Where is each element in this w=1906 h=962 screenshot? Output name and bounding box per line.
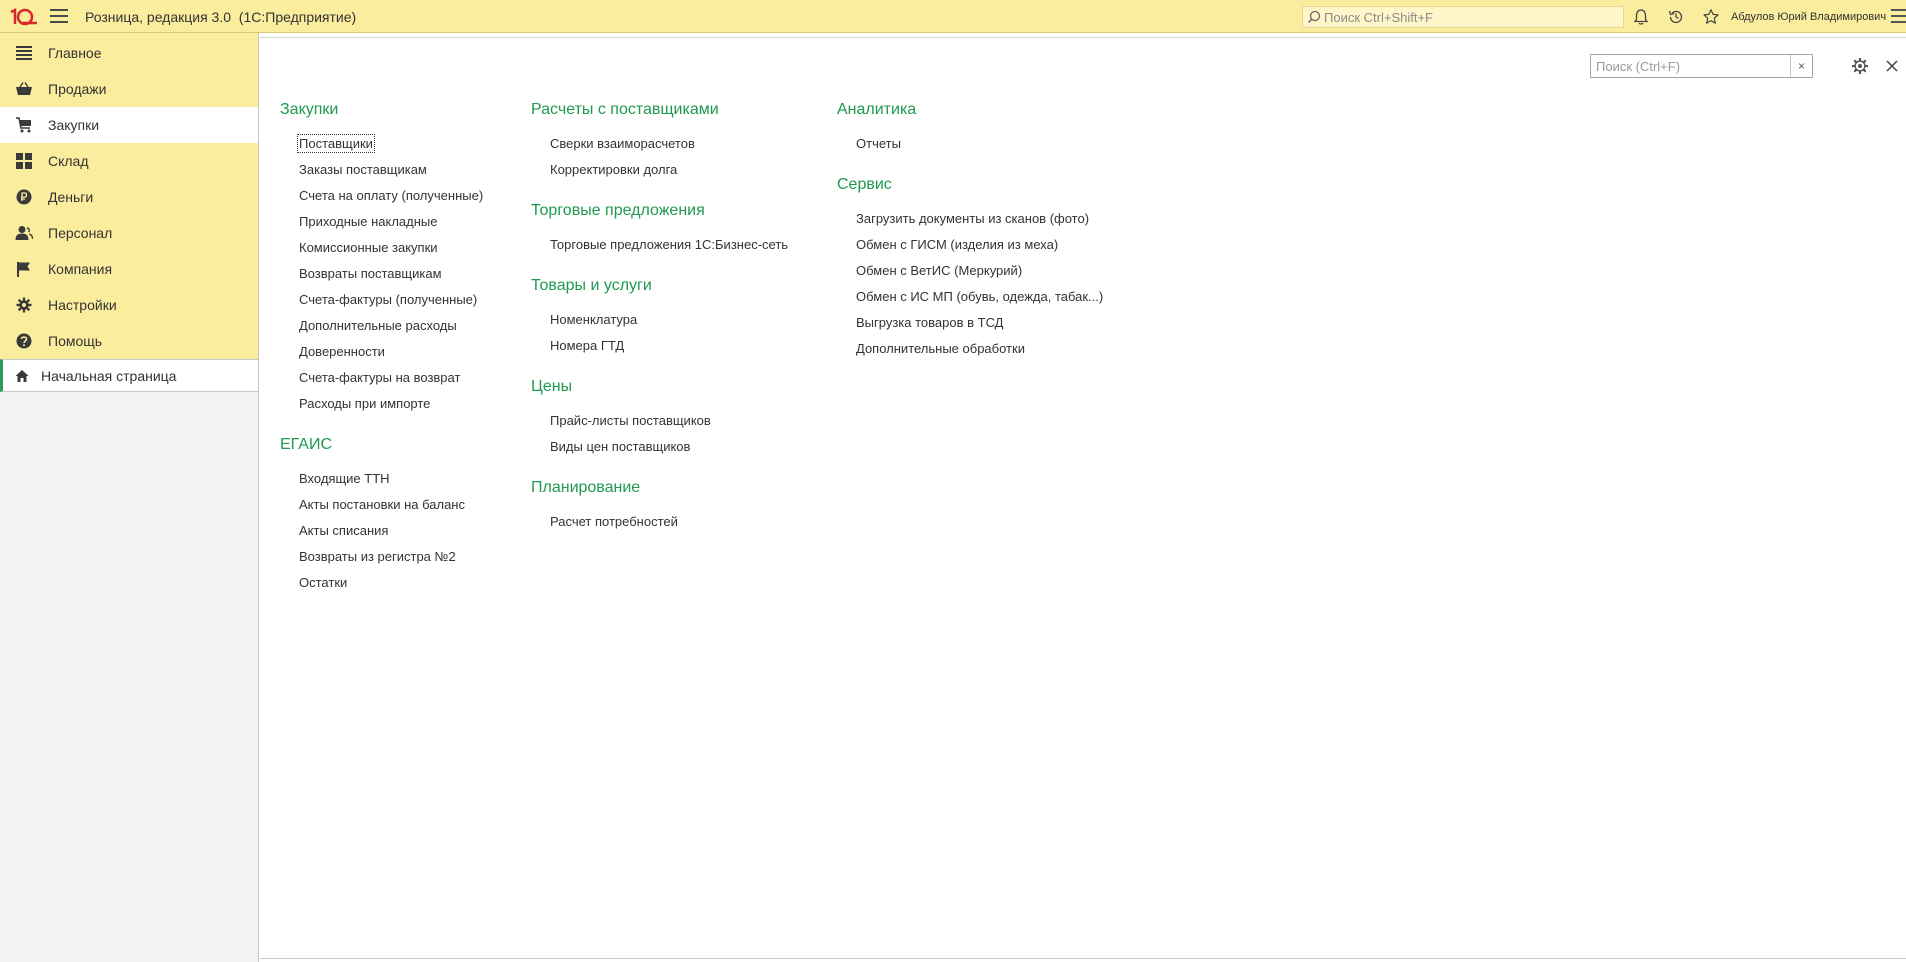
link-import-expenses[interactable]: Расходы при импорте bbox=[299, 396, 430, 411]
link-debt-adjustments[interactable]: Корректировки долга bbox=[550, 162, 677, 177]
global-search-input[interactable] bbox=[1324, 9, 1614, 25]
link-reports[interactable]: Отчеты bbox=[856, 136, 901, 151]
star-icon[interactable] bbox=[1702, 8, 1720, 26]
link-stock-balances[interactable]: Остатки bbox=[299, 575, 347, 590]
section-title-service: Сервис bbox=[837, 176, 892, 193]
bell-icon[interactable] bbox=[1632, 8, 1650, 26]
sidebar-item-main[interactable]: Главное bbox=[0, 35, 258, 71]
link-powers-of-attorney[interactable]: Доверенности bbox=[299, 344, 385, 359]
link-vetis-exchange[interactable]: Обмен с ВетИС (Меркурий) bbox=[856, 263, 1022, 278]
link-load-scans[interactable]: Загрузить документы из сканов (фото) bbox=[856, 211, 1089, 226]
flag-icon bbox=[15, 260, 33, 278]
link-nomenclature[interactable]: Номенклатура bbox=[550, 312, 637, 327]
sidebar-item-warehouse[interactable]: Склад bbox=[0, 143, 258, 179]
main-menu-icon[interactable] bbox=[50, 9, 68, 25]
user-name[interactable]: Абдулов Юрий Владимирович bbox=[1731, 11, 1886, 23]
top-bar: Розница, редакция 3.0 (1С:Предприятие) А… bbox=[0, 0, 1906, 33]
form-search[interactable]: × bbox=[1590, 54, 1813, 78]
sidebar-item-label: Компания bbox=[48, 261, 113, 277]
home-icon bbox=[15, 369, 29, 382]
user-menu-icon[interactable] bbox=[1891, 9, 1906, 25]
link-register2-returns[interactable]: Возвраты из регистра №2 bbox=[299, 549, 456, 564]
search-icon bbox=[1307, 10, 1321, 24]
main-bottom-border bbox=[260, 958, 1906, 959]
section-nav: Главное Продажи Закупки Склад Деньги Пер… bbox=[0, 33, 258, 359]
sidebar-item-label: Закупки bbox=[48, 117, 100, 133]
gear-icon bbox=[15, 296, 33, 314]
link-commission-purchases[interactable]: Комиссионные закупки bbox=[299, 240, 438, 255]
history-icon[interactable] bbox=[1667, 8, 1685, 26]
section-title-egais: ЕГАИС bbox=[280, 436, 332, 453]
link-demand-calculation[interactable]: Расчет потребностей bbox=[550, 514, 678, 529]
section-title-goods-services: Товары и услуги bbox=[531, 277, 652, 294]
global-search[interactable] bbox=[1302, 6, 1624, 28]
main-panel bbox=[260, 37, 1906, 962]
sidebar-item-label: Настройки bbox=[48, 297, 117, 313]
sidebar-item-help[interactable]: Помощь bbox=[0, 323, 258, 359]
sidebar-item-label: Главное bbox=[48, 45, 102, 61]
link-reconciliations[interactable]: Сверки взаиморасчетов bbox=[550, 136, 695, 151]
link-supplier-price-types[interactable]: Виды цен поставщиков bbox=[550, 439, 690, 454]
link-business-network-offers[interactable]: Торговые предложения 1С:Бизнес-сеть bbox=[550, 237, 788, 252]
link-invoices-received[interactable]: Счета на оплату (полученные) bbox=[299, 188, 483, 203]
help-icon bbox=[15, 332, 33, 350]
link-additional-processing[interactable]: Дополнительные обработки bbox=[856, 341, 1025, 356]
section-title-planning: Планирование bbox=[531, 479, 641, 496]
basket-icon bbox=[15, 80, 33, 98]
link-tsd-export[interactable]: Выгрузка товаров в ТСД bbox=[856, 315, 1004, 330]
home-page-label: Начальная страница bbox=[41, 367, 177, 384]
section-title-supplier-settlements: Расчеты с поставщиками bbox=[531, 101, 719, 118]
link-incoming-ttn[interactable]: Входящие ТТН bbox=[299, 471, 390, 486]
sidebar-item-purchases[interactable]: Закупки bbox=[0, 107, 258, 143]
link-supplier-orders[interactable]: Заказы поставщикам bbox=[299, 162, 427, 177]
lines-icon bbox=[15, 44, 33, 62]
sidebar-item-label: Склад bbox=[48, 153, 89, 169]
form-search-input[interactable] bbox=[1591, 55, 1790, 77]
ruble-icon bbox=[15, 188, 33, 206]
sidebar: Главное Продажи Закупки Склад Деньги Пер… bbox=[0, 33, 259, 962]
section-title-prices: Цены bbox=[531, 378, 573, 395]
app-title: Розница, редакция 3.0 (1С:Предприятие) bbox=[85, 9, 357, 25]
link-additional-expenses[interactable]: Дополнительные расходы bbox=[299, 318, 457, 333]
people-icon bbox=[15, 224, 33, 242]
settings-gear-icon[interactable] bbox=[1851, 57, 1869, 75]
link-tax-invoices-received[interactable]: Счета-фактуры (полученные) bbox=[299, 292, 477, 307]
link-customs-numbers[interactable]: Номера ГТД bbox=[550, 338, 624, 353]
section-title-trade-offers: Торговые предложения bbox=[531, 202, 705, 219]
link-receipt-notes[interactable]: Приходные накладные bbox=[299, 214, 437, 229]
sidebar-item-money[interactable]: Деньги bbox=[0, 179, 258, 215]
sidebar-item-personnel[interactable]: Персонал bbox=[0, 215, 258, 251]
close-icon[interactable] bbox=[1884, 58, 1900, 74]
link-return-tax-invoices[interactable]: Счета-фактуры на возврат bbox=[299, 370, 460, 385]
sidebar-item-label: Помощь bbox=[48, 333, 103, 349]
home-page-tab[interactable]: Начальная страница bbox=[0, 359, 258, 392]
link-gism-exchange[interactable]: Обмен с ГИСМ (изделия из меха) bbox=[856, 237, 1058, 252]
cart-icon bbox=[15, 116, 33, 134]
clear-search-button[interactable]: × bbox=[1790, 55, 1812, 77]
sidebar-item-label: Продажи bbox=[48, 81, 107, 97]
grid-icon bbox=[15, 152, 33, 170]
sidebar-item-label: Деньги bbox=[48, 189, 94, 205]
link-suppliers[interactable]: Поставщики bbox=[297, 134, 375, 153]
link-writeoff-acts[interactable]: Акты списания bbox=[299, 523, 388, 538]
link-supplier-price-lists[interactable]: Прайс-листы поставщиков bbox=[550, 413, 711, 428]
link-ismp-exchange[interactable]: Обмен с ИС МП (обувь, одежда, табак...) bbox=[856, 289, 1103, 304]
link-balance-acts[interactable]: Акты постановки на баланс bbox=[299, 497, 465, 512]
section-title-purchases: Закупки bbox=[280, 101, 339, 118]
section-title-analytics: Аналитика bbox=[837, 101, 917, 118]
sidebar-item-company[interactable]: Компания bbox=[0, 251, 258, 287]
sidebar-item-label: Персонал bbox=[48, 225, 113, 241]
sidebar-item-settings[interactable]: Настройки bbox=[0, 287, 258, 323]
sidebar-item-sales[interactable]: Продажи bbox=[0, 71, 258, 107]
link-supplier-returns[interactable]: Возвраты поставщикам bbox=[299, 266, 442, 281]
1c-logo-icon[interactable] bbox=[8, 7, 38, 27]
